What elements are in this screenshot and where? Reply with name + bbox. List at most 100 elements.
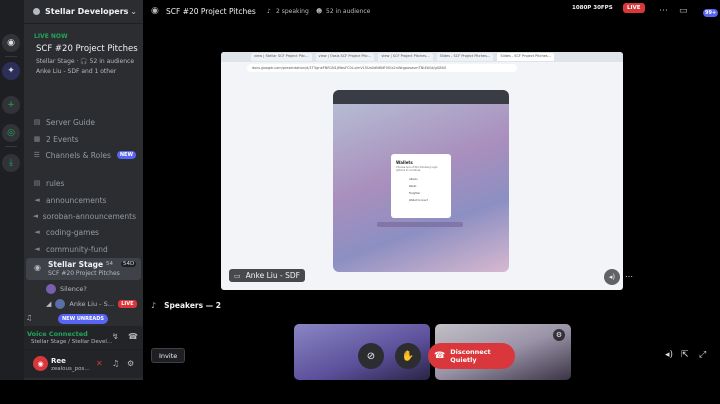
sidebar-item-community-fund[interactable]: ◄ community-fund <box>32 243 136 255</box>
fullscreen-icon[interactable]: ⤢ <box>699 350 706 360</box>
sidebar-item-stellar-stage[interactable]: ◉ Stellar Stage SCF #20 Project Pitches … <box>26 258 141 280</box>
live-event-subtitle: Stellar Stage · 🎧 52 in audience <box>36 58 135 65</box>
disconnect-label: Disconnect Quietly <box>450 348 491 364</box>
more-options-icon[interactable]: ⋯ <box>659 6 668 16</box>
stage-topic: SCF #20 Project Pitches <box>48 270 120 277</box>
browser-tab: view | SCF Project Pitches… <box>378 53 433 61</box>
sidebar-item-announcements[interactable]: ◄ announcements <box>32 194 136 206</box>
new-badge: NEW <box>116 151 136 159</box>
popout-icon[interactable]: ⇱ <box>681 350 689 360</box>
volume-icon[interactable]: ◂) <box>665 350 673 360</box>
explore-icon[interactable]: ◎ <box>2 124 20 142</box>
megaphone-icon: ◄ <box>34 245 40 253</box>
volume-icon[interactable]: ◂) <box>604 269 620 285</box>
wallet-dialog-title: Wallets <box>396 160 413 165</box>
avatar[interactable]: ◉ <box>33 356 48 371</box>
download-icon[interactable]: ⤓ <box>2 154 20 172</box>
mic-muted-icon[interactable]: ✕ <box>96 359 103 368</box>
browser-tab: view | Oasis SCF Project Pitc… <box>315 53 375 61</box>
live-event-title: SCF #20 Project Pitches <box>36 44 138 54</box>
speaking-count: 2 speaking <box>276 8 309 15</box>
sidebar-item-label: Server Guide <box>46 117 96 127</box>
video-strip <box>377 222 463 227</box>
sidebar-item-label: rules <box>46 178 65 188</box>
wallet-option: Freighter <box>409 192 421 195</box>
disconnect-quietly-button[interactable]: ☎ Disconnect Quietly <box>428 343 515 369</box>
wallet-dialog-text: Choose one of the following login option… <box>396 166 438 172</box>
voice-location[interactable]: Stellar Stage / Stellar Devel… <box>31 339 112 345</box>
discord-home-icon[interactable]: ◉ <box>2 34 20 52</box>
stage-user-silence[interactable]: Silence? <box>46 284 87 294</box>
headphones-icon[interactable]: ♫ <box>112 359 119 368</box>
voice-connected-panel: Voice Connected Stellar Stage / Stellar … <box>24 326 143 350</box>
stage-user-name: Silence? <box>60 285 87 293</box>
stage-user-name: Anke Liu - S… <box>69 300 115 308</box>
inbox-icon[interactable]: ▭ <box>679 6 688 16</box>
wallet-option: Wallet Connect <box>409 199 428 202</box>
browser-tabs: view | Stellar SCF Project Pitc… view | … <box>221 52 623 62</box>
live-event-card[interactable]: LIVE NOW SCF #20 Project Pitches Stellar… <box>28 28 140 106</box>
mic-icon: ♪ <box>151 301 157 310</box>
live-badge: LIVE <box>623 3 645 13</box>
sidebar-item-server-guide[interactable]: ▤ Server Guide <box>32 116 136 128</box>
guide-icon: ▤ <box>33 118 41 126</box>
sidebar-item-label: 2 Events <box>46 134 79 144</box>
speakers-heading: Speakers — 2 <box>164 301 222 310</box>
sidebar-item-rules[interactable]: ▤ rules <box>32 177 136 189</box>
server-rail: ◉ ✦ + ◎ ⤓ <box>0 0 24 404</box>
stage-name: Stellar Stage <box>48 260 104 269</box>
megaphone-icon: ◄ <box>34 196 40 204</box>
disconnect-icon[interactable]: ☎ <box>128 332 138 341</box>
invite-button[interactable]: Invite <box>151 348 186 363</box>
voice-status: Voice Connected <box>27 330 88 338</box>
stage-icon: ◉ <box>34 263 41 272</box>
sidebar-item-soroban-announcements[interactable]: ◄ soroban-announcements <box>32 210 136 222</box>
monitor-icon: ▭ <box>234 271 241 280</box>
megaphone-icon: ◄ <box>32 212 39 220</box>
chevron-down-icon: ⌄ <box>130 7 137 16</box>
channels-icon: ☰ <box>33 151 40 159</box>
server-badge-icon <box>33 8 40 15</box>
browser-tab: Slides - SCF Project Pitches… <box>497 53 555 61</box>
user-panel: ◉ Ree zealous_pos… ✕ ♫ ⚙ <box>24 350 143 378</box>
stage-capacity: 54D <box>121 261 137 267</box>
avatar <box>55 299 66 309</box>
rail-separator <box>5 56 17 57</box>
sidebar-item-label: coding-games <box>46 227 99 237</box>
screen-share-tile[interactable]: view | Stellar SCF Project Pitc… view | … <box>221 52 623 290</box>
stage-count: 54 <box>106 261 113 267</box>
rail-separator <box>5 146 17 147</box>
resolution-badge: 1080P 30FPS <box>568 3 617 13</box>
server-name: Stellar Developers <box>45 7 129 16</box>
stage-icon: ◉ <box>151 6 159 16</box>
signal-icon[interactable]: ↯ <box>112 332 119 341</box>
headphones-icon: ♫ <box>26 314 33 322</box>
audience-icon: ☻ <box>316 8 323 15</box>
mute-speaker-icon[interactable]: ⊘ <box>358 343 384 369</box>
more-options-icon[interactable]: ⋯ <box>625 272 633 281</box>
stellar-server-icon[interactable]: ✦ <box>2 62 20 80</box>
sidebar-item-label: Channels & Roles <box>45 150 111 160</box>
new-unreads-button[interactable]: NEW UNREADS <box>58 314 108 324</box>
gear-icon[interactable]: ⚙ <box>127 359 134 368</box>
add-server-icon[interactable]: + <box>2 96 20 114</box>
live-badge: LIVE <box>118 300 137 308</box>
stage-title: SCF #20 Project Pitches <box>166 7 256 16</box>
raise-hand-icon[interactable]: ✋ <box>395 343 421 369</box>
speakers-header: ♪ Speakers — 2 <box>151 301 221 310</box>
megaphone-icon: ◄ <box>34 228 40 236</box>
user-name: Ree <box>51 357 66 365</box>
sidebar-item-channels-roles[interactable]: ☰ Channels & Roles NEW <box>32 149 136 161</box>
notification-badge[interactable]: 99+ <box>703 9 719 17</box>
bottom-bar <box>0 380 720 404</box>
calendar-icon: ▦ <box>33 135 41 143</box>
gear-icon[interactable]: ⚙ <box>553 329 565 341</box>
stage-view: ◉ SCF #20 Project Pitches ♪ 2 speaking ☻… <box>143 0 720 380</box>
sidebar-item-events[interactable]: ▦ 2 Events <box>32 133 136 145</box>
browser-tab: Slides - SCF Project Pitches… <box>436 53 494 61</box>
sidebar-item-coding-games[interactable]: ◄ coding-games <box>32 226 136 238</box>
server-header[interactable]: Stellar Developers ⌄ <box>24 0 143 24</box>
sidebar-item-label: announcements <box>46 195 107 205</box>
mic-icon: ♪ <box>267 8 271 15</box>
audience-count: 52 in audience <box>326 8 371 15</box>
